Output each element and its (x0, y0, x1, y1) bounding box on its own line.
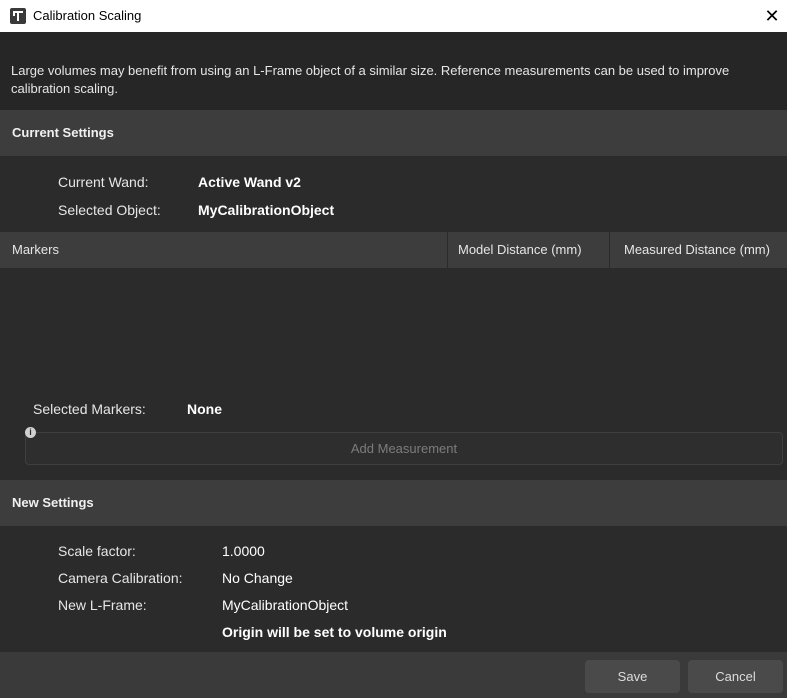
intro-band (0, 32, 787, 56)
new-settings-title: New Settings (12, 495, 94, 510)
current-wand-value: Active Wand v2 (198, 174, 301, 190)
scale-factor-value: 1.0000 (222, 543, 265, 559)
window-title: Calibration Scaling (33, 8, 142, 23)
new-lframe-label: New L-Frame: (58, 597, 147, 613)
current-settings-header: Current Settings (0, 110, 787, 156)
close-icon[interactable]: ✕ (757, 0, 787, 32)
column-measured-distance[interactable]: Measured Distance (mm) (624, 242, 770, 257)
selected-markers-value: None (187, 401, 222, 417)
current-settings-title: Current Settings (12, 125, 114, 140)
markers-table-header: Markers Model Distance (mm) Measured Dis… (0, 232, 787, 268)
markers-table-body[interactable] (0, 268, 787, 388)
column-model-distance[interactable]: Model Distance (mm) (458, 242, 582, 257)
new-lframe-value: MyCalibrationObject (222, 597, 349, 613)
intro-text: Large volumes may benefit from using an … (11, 63, 730, 96)
title-bar: Calibration Scaling ✕ (0, 0, 787, 32)
app-logo-icon (10, 8, 26, 24)
column-divider (447, 232, 448, 268)
save-button[interactable]: Save (585, 660, 680, 693)
selected-object-label: Selected Object: (58, 202, 161, 218)
camera-calibration-label: Camera Calibration: (58, 570, 183, 586)
selected-markers-label: Selected Markers: (33, 401, 146, 417)
selected-object-value: MyCalibrationObject (198, 202, 335, 218)
camera-calibration-value: No Change (222, 570, 293, 586)
add-measurement-button[interactable]: Add Measurement (25, 432, 783, 465)
column-markers[interactable]: Markers (12, 242, 59, 257)
info-icon: i (25, 427, 36, 438)
column-divider (609, 232, 610, 268)
new-settings-header: New Settings (0, 480, 787, 526)
current-wand-label: Current Wand: (58, 174, 149, 190)
origin-note: Origin will be set to volume origin (222, 624, 447, 640)
scale-factor-label: Scale factor: (58, 543, 136, 559)
cancel-button[interactable]: Cancel (688, 660, 783, 693)
